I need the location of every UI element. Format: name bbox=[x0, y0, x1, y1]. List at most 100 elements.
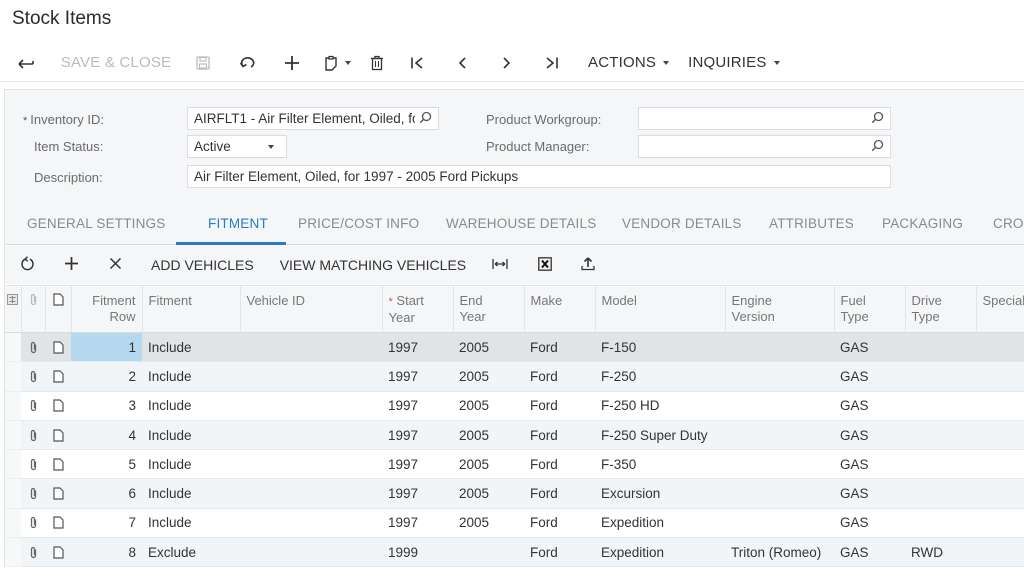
add-button[interactable] bbox=[270, 44, 314, 82]
column-header-make[interactable]: Make bbox=[524, 285, 596, 333]
cell-end-year[interactable] bbox=[453, 537, 524, 568]
save-button[interactable] bbox=[180, 44, 226, 82]
cell-drive-type[interactable]: RWD bbox=[905, 537, 976, 568]
table-row[interactable]: 7 Include 1997 2005 Ford Expedition GAS bbox=[5, 508, 1024, 539]
cell-start-year[interactable]: 1999 bbox=[382, 537, 453, 568]
cell-fitment-row[interactable]: 4 bbox=[71, 420, 142, 451]
row-gutter[interactable] bbox=[5, 478, 21, 509]
next-record-button[interactable] bbox=[484, 44, 530, 82]
cell-fitment-row[interactable]: 3 bbox=[71, 391, 142, 421]
cell-end-year[interactable]: 2005 bbox=[453, 478, 524, 509]
refresh-button[interactable] bbox=[5, 246, 49, 284]
add-vehicles-button[interactable]: ADD VEHICLES bbox=[137, 246, 266, 284]
column-settings-header[interactable] bbox=[5, 285, 22, 333]
cell-model[interactable]: F-250 Super Duty bbox=[595, 420, 725, 451]
cell-make[interactable]: Ford bbox=[524, 478, 595, 509]
product-manager-field[interactable] bbox=[638, 135, 891, 158]
copy-paste-button[interactable] bbox=[314, 44, 360, 82]
cell-fitment[interactable]: Include bbox=[142, 332, 240, 363]
cell-fuel-type[interactable]: GAS bbox=[834, 537, 905, 568]
cell-start-year[interactable]: 1997 bbox=[382, 478, 453, 509]
cell-fitment-row[interactable]: 1 bbox=[71, 332, 142, 363]
tab-warehouse-details[interactable]: WAREHOUSE DETAILS bbox=[446, 201, 596, 245]
back-button[interactable] bbox=[0, 44, 52, 82]
previous-record-button[interactable] bbox=[440, 44, 484, 82]
table-row[interactable]: 2 Include 1997 2005 Ford F-250 GAS bbox=[5, 361, 1024, 392]
cell-make[interactable]: Ford bbox=[524, 449, 595, 480]
table-row[interactable]: 3 Include 1997 2005 Ford F-250 HD GAS bbox=[5, 391, 1024, 421]
row-gutter[interactable] bbox=[5, 420, 21, 451]
cell-start-year[interactable]: 1997 bbox=[382, 449, 453, 480]
cell-make[interactable]: Ford bbox=[524, 508, 595, 539]
cell-vehicle-id[interactable] bbox=[240, 361, 382, 392]
actions-menu[interactable]: ACTIONS bbox=[574, 44, 670, 82]
row-files-button[interactable] bbox=[21, 478, 45, 509]
upload-button[interactable] bbox=[568, 246, 608, 284]
cell-special[interactable] bbox=[976, 537, 1024, 568]
search-icon[interactable] bbox=[871, 111, 884, 127]
cell-model[interactable]: F-250 HD bbox=[595, 391, 725, 421]
search-icon[interactable] bbox=[871, 139, 884, 155]
cell-special[interactable] bbox=[976, 478, 1024, 509]
cell-drive-type[interactable] bbox=[905, 332, 976, 363]
item-status-select[interactable]: Active bbox=[187, 135, 287, 158]
column-header-fitment[interactable]: Fitment bbox=[142, 285, 241, 333]
table-row[interactable]: 8 Exclude 1999 Ford Expedition Triton (Romeo)… bbox=[5, 537, 1024, 568]
cell-fitment[interactable]: Include bbox=[142, 361, 240, 392]
cell-vehicle-id[interactable] bbox=[240, 478, 382, 509]
cell-drive-type[interactable] bbox=[905, 420, 976, 451]
row-gutter[interactable] bbox=[5, 391, 21, 421]
search-icon[interactable] bbox=[419, 111, 432, 127]
cell-fitment[interactable]: Exclude bbox=[142, 537, 240, 568]
column-header-start-year[interactable]: * Start Year bbox=[382, 285, 454, 333]
row-gutter[interactable] bbox=[5, 537, 21, 568]
product-workgroup-field[interactable] bbox=[638, 107, 891, 130]
cell-special[interactable] bbox=[976, 332, 1024, 363]
tab-attributes[interactable]: ATTRIBUTES bbox=[769, 201, 854, 245]
tab-cross-reference[interactable]: CROS bbox=[993, 201, 1024, 245]
inventory-id-field[interactable]: AIRFLT1 - Air Filter Element, Oiled, for… bbox=[187, 107, 439, 130]
cell-start-year[interactable]: 1997 bbox=[382, 391, 453, 421]
cell-drive-type[interactable] bbox=[905, 478, 976, 509]
cell-fuel-type[interactable]: GAS bbox=[834, 332, 905, 363]
cell-vehicle-id[interactable] bbox=[240, 449, 382, 480]
add-row-button[interactable] bbox=[49, 246, 93, 284]
cell-fitment-row[interactable]: 5 bbox=[71, 449, 142, 480]
cell-drive-type[interactable] bbox=[905, 449, 976, 480]
cell-drive-type[interactable] bbox=[905, 391, 976, 421]
cell-special[interactable] bbox=[976, 391, 1024, 421]
row-files-button[interactable] bbox=[21, 420, 45, 451]
row-files-button[interactable] bbox=[21, 508, 45, 539]
cell-fitment[interactable]: Include bbox=[142, 508, 240, 539]
table-row[interactable]: 4 Include 1997 2005 Ford F-250 Super Duty GAS bbox=[5, 420, 1024, 451]
row-files-button[interactable] bbox=[21, 361, 45, 392]
cell-engine-version[interactable] bbox=[725, 508, 834, 539]
export-excel-button[interactable] bbox=[522, 246, 568, 284]
cell-special[interactable] bbox=[976, 361, 1024, 392]
cell-fitment-row[interactable]: 7 bbox=[71, 508, 142, 539]
cell-vehicle-id[interactable] bbox=[240, 420, 382, 451]
cell-start-year[interactable]: 1997 bbox=[382, 332, 453, 363]
cell-fitment[interactable]: Include bbox=[142, 478, 240, 509]
cell-vehicle-id[interactable] bbox=[240, 537, 382, 568]
row-notes-button[interactable] bbox=[45, 391, 71, 421]
row-notes-button[interactable] bbox=[45, 361, 71, 392]
cell-engine-version[interactable] bbox=[725, 391, 834, 421]
table-row[interactable]: 1 Include 1997 2005 Ford F-150 GAS bbox=[5, 332, 1024, 363]
cell-fuel-type[interactable]: GAS bbox=[834, 391, 905, 421]
row-notes-button[interactable] bbox=[45, 478, 71, 509]
column-header-end-year[interactable]: End Year bbox=[453, 285, 525, 333]
cell-fuel-type[interactable]: GAS bbox=[834, 449, 905, 480]
column-header-special[interactable]: Special bbox=[976, 285, 1024, 333]
row-gutter[interactable] bbox=[5, 332, 21, 363]
cell-drive-type[interactable] bbox=[905, 361, 976, 392]
cell-engine-version[interactable] bbox=[725, 420, 834, 451]
cell-vehicle-id[interactable] bbox=[240, 391, 382, 421]
row-gutter[interactable] bbox=[5, 449, 21, 480]
last-record-button[interactable] bbox=[530, 44, 574, 82]
cell-end-year[interactable]: 2005 bbox=[453, 361, 524, 392]
cell-end-year[interactable]: 2005 bbox=[453, 449, 524, 480]
cell-fitment[interactable]: Include bbox=[142, 449, 240, 480]
cell-start-year[interactable]: 1997 bbox=[382, 508, 453, 539]
cell-vehicle-id[interactable] bbox=[240, 332, 382, 363]
